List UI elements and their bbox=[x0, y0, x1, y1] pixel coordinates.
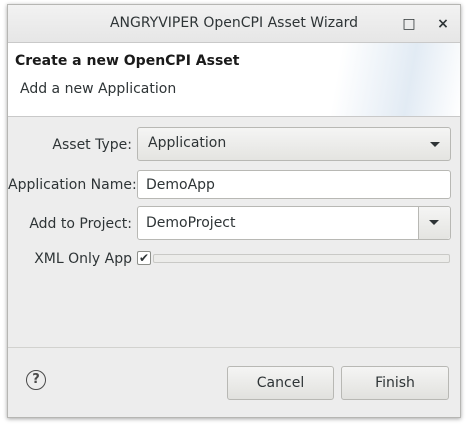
chevron-down-icon bbox=[430, 142, 440, 147]
xml-only-label: XML Only App bbox=[34, 251, 132, 267]
project-value: DemoProject bbox=[146, 215, 236, 231]
page-title: Create a new OpenCPI Asset bbox=[15, 53, 240, 69]
asset-type-combo[interactable]: Application bbox=[137, 127, 451, 161]
application-name-value: DemoApp bbox=[146, 177, 215, 193]
wizard-window: ANGRYVIPER OpenCPI Asset Wizard □ × Crea… bbox=[7, 4, 461, 418]
page-subtitle: Add a new Application bbox=[20, 81, 177, 97]
wizard-header-banner: Create a new OpenCPI Asset Add a new App… bbox=[8, 43, 460, 117]
application-name-input[interactable]: DemoApp bbox=[137, 170, 451, 199]
checkbox-track bbox=[153, 254, 450, 263]
window-title: ANGRYVIPER OpenCPI Asset Wizard bbox=[109, 15, 359, 31]
application-name-label: Application Name: bbox=[8, 177, 137, 193]
cancel-button[interactable]: Cancel bbox=[227, 366, 334, 400]
footer-divider bbox=[8, 347, 460, 348]
project-dropdown-button[interactable] bbox=[418, 207, 450, 239]
finish-button[interactable]: Finish bbox=[341, 366, 449, 400]
title-bar[interactable]: ANGRYVIPER OpenCPI Asset Wizard □ × bbox=[8, 5, 460, 43]
project-combo-entry[interactable]: DemoProject bbox=[137, 206, 451, 240]
asset-type-value: Application bbox=[148, 135, 227, 151]
project-label: Add to Project: bbox=[29, 216, 132, 232]
asset-type-label: Asset Type: bbox=[52, 137, 132, 153]
help-icon[interactable]: ? bbox=[26, 370, 46, 390]
chevron-down-icon bbox=[429, 220, 439, 225]
maximize-icon[interactable]: □ bbox=[398, 14, 420, 34]
close-icon[interactable]: × bbox=[432, 14, 454, 34]
xml-only-checkbox[interactable]: ✔ bbox=[137, 251, 151, 265]
